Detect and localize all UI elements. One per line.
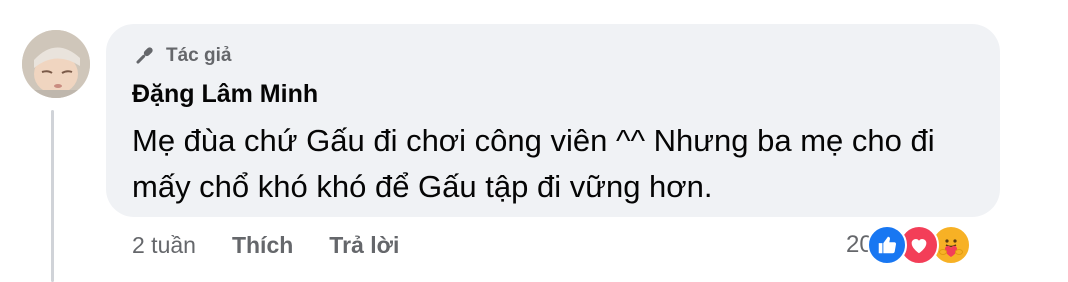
comment-text: Mẹ đùa chứ Gấu đi chơi công viên ^^ Nhưn… — [132, 123, 935, 204]
reply-button[interactable]: Trả lời — [329, 232, 399, 259]
thread-line — [51, 110, 54, 282]
comment-bubble: Tác giả Đặng Lâm Minh Mẹ đùa chứ Gấu đi … — [106, 24, 1000, 217]
timestamp[interactable]: 2 tuần — [132, 232, 196, 259]
like-icon — [866, 225, 907, 265]
author-badge-label: Tác giả — [166, 45, 232, 66]
reaction-summary[interactable]: 20 — [846, 225, 971, 265]
author-badge: Tác giả — [132, 42, 231, 70]
author-name[interactable]: Đặng Lâm Minh — [132, 80, 318, 109]
avatar[interactable] — [22, 30, 90, 98]
comment-actions: 2 tuần Thích Trả lời — [132, 230, 399, 260]
like-button[interactable]: Thích — [232, 232, 293, 259]
microphone-icon — [136, 47, 153, 64]
